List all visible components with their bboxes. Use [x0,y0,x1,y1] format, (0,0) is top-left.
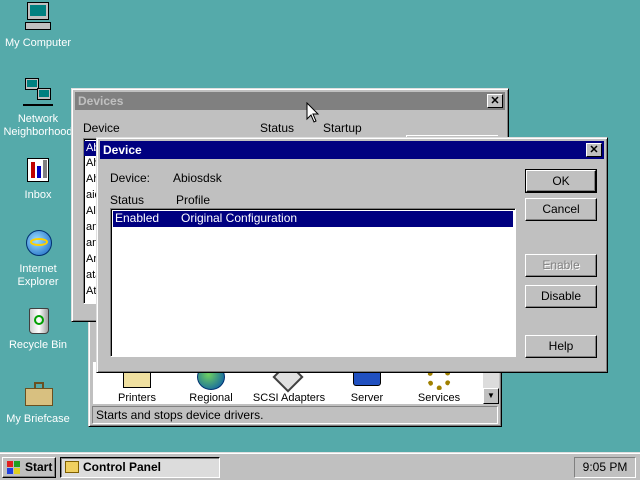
item-label: SCSI Adapters [252,392,326,404]
internet-explorer-icon [21,228,55,260]
column-header-profile: Profile [176,193,211,207]
device-dialog: Device ✕ Device: Abiosdsk Status Profile… [96,137,608,373]
desktop-icon-label: Recycle Bin [8,339,68,351]
windows-logo-icon [7,461,21,474]
item-label: Server [350,392,384,404]
device-dialog-title-bar[interactable]: Device ✕ [100,141,604,159]
task-button-control-panel[interactable]: Control Panel [60,457,220,478]
disable-button[interactable]: Disable [525,285,597,308]
desktop-icon-label: Internet Explorer [17,263,59,288]
profile-row-profile: Original Configuration [181,211,298,225]
desktop-icon-network-neighborhood[interactable]: Network Neighborhood [0,78,76,139]
column-header-startup: Startup [323,121,362,135]
desktop-icon-label: My Computer [4,37,72,49]
desktop-icon-my-computer[interactable]: My Computer [0,2,76,50]
scroll-down-button[interactable]: ▼ [483,388,499,404]
ok-button[interactable]: OK [525,169,597,193]
mouse-cursor-icon [306,102,320,123]
help-button[interactable]: Help [525,335,597,358]
column-header-device: Device [83,121,120,135]
column-header-status: Status [110,193,145,207]
briefcase-icon [21,378,55,410]
status-text: Starts and stops device drivers. [96,408,264,422]
desktop-icon-inbox[interactable]: Inbox [0,154,76,202]
device-value: Abiosdsk [173,171,222,185]
list-item[interactable]: Al [86,205,96,217]
desktop-icon-recycle-bin[interactable]: Recycle Bin [0,304,76,352]
column-header-status: Status [260,121,295,135]
profile-row[interactable]: Enabled Original Configuration [113,211,513,227]
control-panel-icon [65,461,79,473]
close-icon: ✕ [490,95,500,107]
close-icon: ✕ [589,144,599,156]
clock[interactable]: 9:05 PM [583,460,628,474]
chevron-down-icon: ▼ [487,391,495,400]
item-label: Services [417,392,461,404]
my-computer-icon [21,2,55,34]
profile-list[interactable]: Enabled Original Configuration [110,208,516,357]
start-button[interactable]: Start [2,457,56,478]
system-tray: 9:05 PM [574,457,636,478]
cancel-button[interactable]: Cancel [525,198,597,221]
taskbar: Start Control Panel 9:05 PM [0,452,640,480]
dialog-title: Device [103,143,142,157]
device-dialog-close-button[interactable]: ✕ [586,143,602,157]
desktop-icon-label: Network Neighborhood [3,113,73,138]
network-neighborhood-icon [21,78,55,110]
desktop-icon-label: Inbox [24,189,52,201]
item-label: Printers [118,392,156,404]
window-title: Devices [78,94,124,108]
status-bar: Starts and stops device drivers. [92,406,498,424]
desktop-icon-my-briefcase[interactable]: My Briefcase [0,378,76,426]
desktop-icon-internet-explorer[interactable]: Internet Explorer [0,228,76,289]
enable-button[interactable]: Enable [525,254,597,277]
recycle-bin-icon [21,304,55,336]
profile-row-status: Enabled [115,211,160,225]
item-label: Regional [189,392,233,404]
desktop-icon-label: My Briefcase [6,413,70,425]
device-label: Device: [110,171,151,185]
devices-title-bar[interactable]: Devices ✕ [75,92,505,110]
devices-close-button[interactable]: ✕ [487,94,503,108]
inbox-icon [21,154,55,186]
